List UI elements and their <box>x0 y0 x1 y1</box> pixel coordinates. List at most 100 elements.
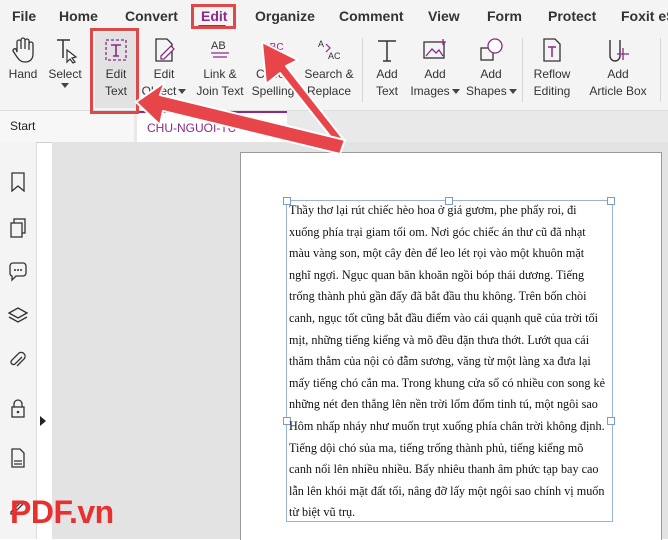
panel-collapse-arrow-icon[interactable] <box>40 416 46 426</box>
menu-home[interactable]: Home <box>59 8 98 24</box>
security-icon[interactable] <box>8 398 28 418</box>
add-images-dropdown-icon[interactable] <box>451 89 460 95</box>
document-tab-bar: Start CHU-NGUOI-TU df ✕ <box>0 111 668 143</box>
menu-form[interactable]: Form <box>487 8 522 24</box>
text-line: nghĩ ngợi. Ngục quan băn khoăn ngồi bóp … <box>289 267 585 282</box>
add-image-icon <box>423 39 446 59</box>
select-icon <box>57 39 78 64</box>
tab-start[interactable]: Start <box>0 111 134 142</box>
navigation-panel <box>0 142 37 539</box>
hand-icon <box>12 37 34 63</box>
layers-icon[interactable] <box>8 306 28 326</box>
text-line: lẫn lên khói mặt đất tối, nâng đỡ lấy mộ… <box>289 483 605 498</box>
edit-text-highlight <box>90 28 139 114</box>
text-line: canh nổi lên nhiều nhiều. Bấy nhiêu than… <box>289 462 599 477</box>
svg-text:A: A <box>318 39 324 49</box>
edit-object-button[interactable]: Edit Object <box>141 36 187 100</box>
menu-view[interactable]: View <box>428 8 460 24</box>
select-label: Select <box>48 67 82 81</box>
close-icon[interactable]: ✕ <box>268 113 279 144</box>
search-replace-label-line1: Search & <box>304 67 354 81</box>
tab-start-label: Start <box>10 119 36 133</box>
check-spelling-label-line2: Spelling <box>251 84 295 98</box>
add-article-box-button[interactable]: Add Article Box <box>584 36 652 100</box>
add-shape-icon <box>480 38 503 61</box>
search-replace-icon: A AC <box>318 39 341 61</box>
text-line: canh, ngục tốt cũng bắt đầu điểm vào cái… <box>289 310 599 325</box>
edit-object-dropdown-icon[interactable] <box>178 89 187 95</box>
select-dropdown-icon[interactable] <box>61 83 69 88</box>
add-text-button[interactable]: Add Text <box>369 36 405 100</box>
ribbon-separator <box>362 38 363 102</box>
edit-object-icon <box>155 38 175 62</box>
bookmark-icon[interactable] <box>8 172 28 192</box>
reflow-editing-button[interactable]: Reflow Editing <box>528 36 576 100</box>
text-line: thăm thẳm của nội cỏ đẫm sương, văng từ … <box>289 354 591 369</box>
menu-protect[interactable]: Protect <box>548 8 596 24</box>
edit-object-label-line2: Object <box>141 83 187 100</box>
ribbon-separator <box>522 38 523 102</box>
edit-object-label-text: Object <box>141 84 177 98</box>
edit-object-label-line1: Edit <box>153 67 175 81</box>
article-box-icon <box>609 40 629 62</box>
document-text[interactable]: Thầy thơ lại rút chiếc hèo hoa ở giá gươ… <box>289 200 611 524</box>
add-images-label-line2: Images <box>410 83 460 100</box>
svg-text:AB: AB <box>211 40 226 52</box>
reflow-icon <box>543 38 561 62</box>
add-shapes-button[interactable]: Add Shapes <box>466 36 517 100</box>
add-text-label-line2: Text <box>375 84 398 98</box>
menu-comment[interactable]: Comment <box>339 8 404 24</box>
svg-text:AC: AC <box>328 51 341 61</box>
menu-bar: File Home Convert Edit Organize Comment … <box>0 0 668 30</box>
text-line: trống thành phủ gần đấy đã bắt đầu thu k… <box>289 289 587 304</box>
tab-document-label: CHU-NGUOI-TU <box>147 121 237 135</box>
add-text-label-line1: Add <box>376 67 398 81</box>
menu-organize[interactable]: Organize <box>255 8 315 24</box>
text-line: mịt, những tiếng kiểng và mõ đều đặn thư… <box>289 332 590 347</box>
reflow-label-line2: Editing <box>533 84 571 98</box>
reflow-label-line1: Reflow <box>533 67 571 81</box>
search-replace-label-line2: Replace <box>306 84 352 98</box>
add-images-label-text: Images <box>410 84 450 98</box>
ribbon-separator <box>660 38 661 102</box>
add-text-icon <box>378 40 396 62</box>
text-line: từ biệt vũ trụ. <box>289 505 356 520</box>
watermark-logo: PDF.vn <box>10 494 114 530</box>
check-spelling-label-line1: Check <box>255 67 290 81</box>
text-line: xuống phía trại giam tối om. Nơi góc chi… <box>289 224 586 239</box>
select-tool-button[interactable]: Select <box>47 36 83 88</box>
add-shapes-label-line1: Add <box>480 67 502 81</box>
text-line: màu vàng son, một cây đèn để leo lét rọi… <box>289 246 585 261</box>
comments-icon[interactable] <box>8 262 28 282</box>
text-line: Thầy thơ lại rút chiếc hèo hoa ở giá gươ… <box>289 203 577 217</box>
add-article-box-label-line1: Add <box>607 67 629 81</box>
pages-icon[interactable] <box>8 218 28 238</box>
tab-document[interactable]: CHU-NGUOI-TU df ✕ <box>137 111 287 142</box>
link-join-label-line2: Join Text <box>196 84 244 98</box>
add-article-box-label-line2: Article Box <box>589 84 647 98</box>
text-line: Hôm nhấp nháy như muốn trụt xuống phía c… <box>289 418 605 433</box>
add-shapes-label-text: Shapes <box>466 84 507 98</box>
text-line: những nét đen thẳng lên nền trời lốm đốm… <box>289 397 598 412</box>
add-images-button[interactable]: Add Images <box>410 36 460 100</box>
add-images-label-line1: Add <box>424 67 446 81</box>
search-replace-button[interactable]: A AC Search & Replace <box>303 36 355 100</box>
text-line: mấy tiếng chó cắn ma. Trong khung cửa sổ… <box>289 375 605 390</box>
hand-tool-button[interactable]: Hand <box>6 36 40 83</box>
menu-file[interactable]: File <box>12 8 36 24</box>
text-line: Tiếng dội chó sủa ma, tiếng trống thành … <box>289 440 584 455</box>
check-spelling-button[interactable]: ABC Check Spelling <box>250 36 296 100</box>
add-shapes-label-line2: Shapes <box>466 83 517 100</box>
svg-text:ABC: ABC <box>263 42 284 53</box>
hand-label: Hand <box>8 67 38 81</box>
document-icon[interactable] <box>8 448 28 468</box>
menu-convert[interactable]: Convert <box>125 8 178 24</box>
add-shapes-dropdown-icon[interactable] <box>508 89 517 95</box>
spell-check-icon: ABC <box>263 42 284 62</box>
link-join-text-button[interactable]: AB Link & Join Text <box>195 36 245 100</box>
menu-foxit-esign[interactable]: Foxit eS <box>621 8 668 24</box>
edit-menu-highlight <box>191 4 236 29</box>
link-join-label-line1: Link & <box>203 67 237 81</box>
attachments-icon[interactable] <box>8 350 28 370</box>
link-join-icon: AB <box>211 40 229 58</box>
